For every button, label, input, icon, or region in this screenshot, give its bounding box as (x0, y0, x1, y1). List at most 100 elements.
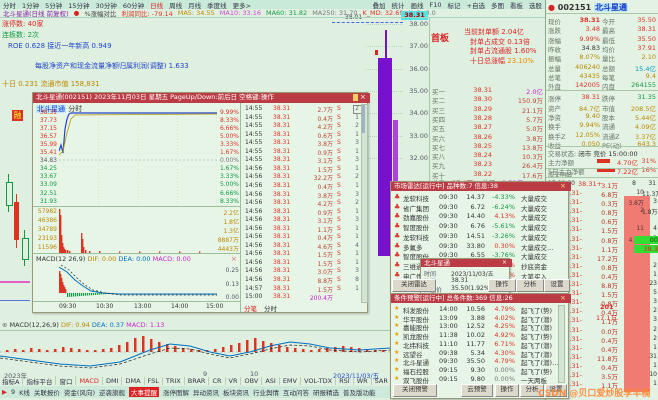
alert-row[interactable]: ★ 凯龙股份 11:38 10.02 4.92% 起飞了(势) (391, 331, 568, 341)
tab-indicator-窗口[interactable]: 窗口 (59, 376, 77, 385)
tab-indicator-RSI[interactable]: RSI (339, 376, 354, 385)
current-price-tag: 38.31 (401, 11, 428, 20)
toolbar-item-F10[interactable]: F10 (430, 1, 442, 9)
tab-indicator-VR[interactable]: VR (229, 376, 242, 385)
close-icon[interactable]: × (560, 182, 566, 190)
divider-horizontal (546, 177, 658, 178)
tab-indicator-指标平台[interactable]: 指标平台 (26, 376, 57, 385)
tab-indicator-TRIX[interactable]: TRIX (166, 376, 185, 385)
trade-price: 38.31 (273, 139, 291, 147)
alert-row[interactable]: ★ 科发股份 14:00 10.56 4.79% 起飞了(势) (391, 305, 568, 315)
tab-indicator-VOL-TDX[interactable]: VOL-TDX (304, 376, 337, 385)
radar-row[interactable]: ♣ 省广集团 09:30 6.72 -6.24% 大量成交 (391, 203, 568, 213)
alert-button-操作[interactable]: 操作 (495, 384, 519, 397)
radar-row[interactable]: ♣ 龙软科技 09:30 14.37 -4.33% 大量成交 (391, 193, 568, 203)
popup-tab-分笔[interactable]: 分笔 (244, 303, 257, 313)
alert-scrollbar[interactable] (558, 305, 565, 383)
radar-row[interactable]: ♣ 龙软科技 09:30 14.51 -3.26% 大量成交 (391, 232, 568, 242)
analyze-button[interactable]: 分析 (516, 279, 544, 292)
trade-flag: S (337, 190, 341, 198)
subpane-close-icon[interactable]: × (231, 255, 237, 263)
trade-scrollbar[interactable] (361, 104, 368, 303)
stock-name[interactable]: 北斗星通 (593, 3, 628, 12)
trade-count: 1 (355, 233, 359, 241)
alert-titlebar[interactable]: 条件预警[运行中] 总条件数:369 信息:26 (391, 294, 571, 303)
trade-flag: S (337, 113, 341, 121)
tab-bottom-研报精选[interactable]: 研报精选 (313, 387, 339, 397)
queue-count: 4 (653, 225, 657, 233)
tick-popup-titlebar[interactable]: 北斗星通(002151) 2023年11月03日 星期五 PageUp/Down… (33, 93, 370, 103)
alert-row[interactable]: ★ 北斗星通 09:30 35.50 4.79% 起飞了(潜)… (391, 357, 568, 367)
chart-overlay-line-0: 涨停数: 40家 (2, 20, 44, 28)
period-toolbar: 分时 1分钟 5分钟 15分钟 30分钟 60分钟 日线 周线 月线 季度线 更多> 叠加 统计 画线 F1… (0, 0, 545, 10)
tab-indicator-OBV[interactable]: OBV (244, 376, 263, 385)
tab-bottom-行业舆情[interactable]: 行业舆情 (253, 387, 279, 397)
alert-popup: 条件预警[运行中] 总条件数:369 信息:26 × ★ 科发股份 14:00 10.56… (390, 293, 571, 399)
tab-bottom-关联报价[interactable]: 关联报价 (34, 387, 60, 397)
tab-bottom-K线[interactable]: K线 (19, 387, 30, 397)
tab-indicator-CR[interactable]: CR (212, 376, 226, 385)
trade-flag: S (337, 224, 341, 232)
daily-axis-tick: 32.00 (409, 154, 428, 162)
tab-indicator-FSL[interactable]: FSL (148, 376, 163, 385)
tab-bottom-大事提醒[interactable]: 大事提醒 (128, 387, 159, 397)
radar-row[interactable]: ♣ 智度股份 09:30 6.76 -5.61% 大量成交 (391, 222, 568, 233)
daily-axis-tick: 33.00 (409, 132, 428, 140)
tab-indicator-DMI[interactable]: DMI (106, 376, 123, 385)
tab-indicator-DMA[interactable]: DMA (125, 376, 145, 385)
quote-value: 38.31 (637, 25, 656, 34)
tab-bottom-普及版功能[interactable]: 普及版功能 (343, 387, 376, 397)
close-icon[interactable]: × (560, 294, 566, 302)
tab-indicator-EMV[interactable]: EMV (283, 376, 301, 385)
radar-row[interactable]: ♣ 多氟多 09:30 33.80 0.30% 大量成交… (391, 242, 568, 252)
tab-bottom-异动资讯[interactable]: 异动资讯 (193, 387, 219, 397)
trade-time: 14:55 (245, 113, 263, 121)
trade-flag: S (337, 105, 341, 112)
radar-stock-name: 智度股份 (403, 224, 429, 233)
fengdan-label: 十日总涨幅 (470, 56, 508, 65)
tab-bottom-涨停图解[interactable]: 涨停图解 (163, 387, 189, 397)
radar-time: 09:30 (439, 212, 458, 221)
queue-count: 31 (649, 352, 657, 360)
trade-price: 38.31 (273, 199, 291, 207)
close-radar-button[interactable]: 关闭雷达 (392, 279, 436, 292)
alert-row[interactable]: ★ 双飞股份 09:15 9.80 0.00% 一天两板 (391, 375, 568, 385)
operate-button[interactable]: 操作 (488, 279, 516, 292)
trade-count: 1 (355, 284, 359, 292)
settings-button[interactable]: 设置 (544, 279, 570, 292)
tab-bottom-互动问答[interactable]: 互动问答 (283, 387, 309, 397)
trade-flag: S (337, 250, 341, 258)
alert-bell-icon: ♣ (394, 260, 401, 269)
alert-row[interactable]: ★ 华平股份 13:09 3.88 4.02% 起飞了(潜) (391, 314, 568, 324)
radar-event: 大量成交 (521, 204, 547, 213)
alert-row[interactable]: ★ 远望谷 09:38 5.34 4.30% 起飞了(潜) (391, 348, 568, 359)
alert-star-icon: ★ (394, 348, 400, 356)
tab-indicator-BRAR[interactable]: BRAR (188, 376, 210, 385)
tab-bottom-板块资讯[interactable]: 板块资讯 (223, 387, 249, 397)
tab-bottom-9[interactable]: 9 (11, 388, 15, 396)
minute-price-tick: 34.25 (39, 165, 57, 173)
scrollbar-thumb[interactable] (362, 105, 365, 133)
close-icon[interactable]: × (360, 93, 366, 101)
radar-titlebar[interactable]: 市场雷达[运行中] 品种数:7 信息:38 (391, 182, 571, 191)
alert-button-关闭预警[interactable]: 关闭预警 (393, 384, 437, 397)
tooltip-titlebar[interactable]: 北斗星通 (421, 259, 512, 267)
tab-bottom-资金(风向)[interactable]: 资金(风向) (64, 387, 95, 397)
alert-row[interactable]: ★ 嘉能股份 13:00 12.52 4.25% 起飞了(潜) (391, 322, 568, 332)
tab-indicator-WR[interactable]: WR (357, 376, 372, 385)
alert-bell-icon: ♣ (394, 222, 401, 231)
radar-row[interactable]: ♣ 劲嘉股份 09:30 14.40 4.13% 大量成交 (391, 212, 568, 222)
minimize-icon[interactable] (353, 94, 358, 101)
radar-pct: -4.33% (492, 193, 515, 201)
close-icon[interactable]: × (502, 259, 507, 266)
tab-bottom-逆袭旗舰[interactable]: 逆袭旗舰 (99, 387, 125, 397)
info-segment-6: MA60: 31.82 (265, 9, 308, 17)
alert-row[interactable]: ★ 福石控股 09:15 9.30 0.00% 起飞了(势) (391, 366, 568, 376)
tab-indicator-指标A[interactable]: 指标A (2, 376, 24, 385)
alert-button-云预警[interactable]: 云预警 (461, 384, 493, 397)
tab-indicator-MACD[interactable]: MACD (79, 376, 103, 385)
alert-row[interactable]: ★ 北纬科技 11:10 11.77 6.71% 起飞了(潜) (391, 340, 568, 350)
minute-pct-tick: 6.66% (219, 125, 239, 133)
popup-tab-分时[interactable]: 分时 (264, 303, 277, 313)
tab-indicator-ASI[interactable]: ASI (265, 376, 280, 385)
